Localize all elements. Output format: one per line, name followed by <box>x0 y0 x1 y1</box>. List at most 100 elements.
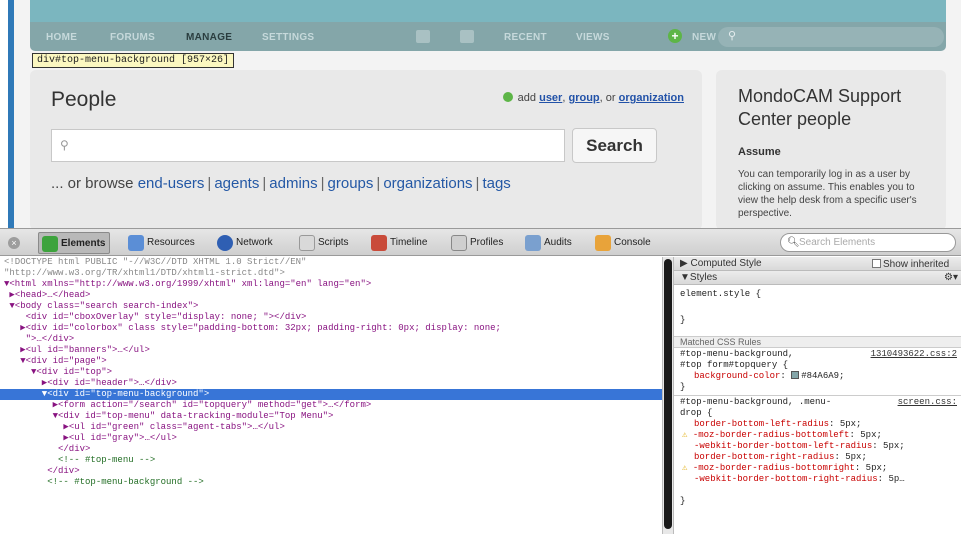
dom-node[interactable]: ▼<div id="top"> <box>0 367 662 378</box>
browse-organizations-link[interactable]: organizations <box>383 175 472 192</box>
tab-profiles[interactable]: Profiles <box>448 232 507 254</box>
top-search-input[interactable]: ⚲ <box>718 27 944 47</box>
dom-node[interactable]: ▶<ul id="banners">…</ul> <box>0 345 662 356</box>
dom-node[interactable]: ▶<ul id="green" class="agent-tabs">…</ul… <box>0 422 662 433</box>
styles-header[interactable]: ▼Styles ⚙▾ <box>674 271 961 285</box>
plus-icon[interactable]: + <box>668 29 682 43</box>
css-property: border-bottom-left-radius <box>694 419 830 429</box>
rule2-source-link[interactable]: screen.css: <box>898 397 957 407</box>
menu-settings[interactable]: SETTINGS <box>262 32 314 43</box>
browse-end-users-link[interactable]: end-users <box>138 175 205 192</box>
dom-node[interactable]: <!-- #top-menu-background --> <box>0 477 662 488</box>
chat-icon[interactable] <box>416 30 430 43</box>
menu-home[interactable]: HOME <box>46 32 77 43</box>
rule1-selector-b: #top form#topquery { <box>680 360 789 370</box>
css-declaration[interactable]: ⚠ -moz-border-radius-bottomright: 5px; <box>682 463 887 474</box>
tab-label: Profiles <box>470 237 504 248</box>
dom-node[interactable]: </div> <box>0 466 662 477</box>
dom-scrollbar[interactable] <box>662 257 673 534</box>
menu-recent[interactable]: RECENT <box>504 32 547 43</box>
sidebar-panel: MondoCAM Support Center people Assume Yo… <box>716 70 946 230</box>
sidebar-text: You can temporarily log in as a user by … <box>738 169 917 219</box>
css-value: 5px; <box>883 441 905 451</box>
tab-audits[interactable]: Audits <box>522 232 576 254</box>
gear-icon[interactable]: ⚙▾ <box>944 271 958 284</box>
search-placeholder: Search Elements <box>799 237 876 248</box>
css-declaration[interactable]: border-bottom-left-radius: 5px; <box>694 419 861 430</box>
dom-node[interactable]: ▼<body class="search search-index"> <box>0 301 662 312</box>
menu-views[interactable]: VIEWS <box>576 32 610 43</box>
computed-style-header[interactable]: ▶ Computed Style Show inherited <box>674 257 961 271</box>
dom-node[interactable]: ▶<head>…</head> <box>0 290 662 301</box>
css-declaration[interactable]: border-bottom-right-radius: 5px; <box>694 452 867 463</box>
page-title: People <box>51 88 117 111</box>
dom-node[interactable]: ▶<form action="/search" id="topquery" me… <box>0 400 662 411</box>
rule1-declaration[interactable]: background-color: #84A6A9; <box>694 371 844 382</box>
dom-node[interactable]: <!DOCTYPE html PUBLIC "-//W3C//DTD XHTML… <box>0 257 662 268</box>
css-declaration[interactable]: -webkit-border-bottom-left-radius: 5px; <box>694 441 905 452</box>
add-group-link[interactable]: group <box>568 92 599 104</box>
element-style-open: element.style { <box>680 289 762 299</box>
browse-tags-link[interactable]: tags <box>482 175 510 192</box>
menu-new[interactable]: NEW <box>692 32 716 43</box>
tab-resources[interactable]: Resources <box>125 232 199 254</box>
add-organization-link[interactable]: organization <box>619 92 684 104</box>
rule1-close: } <box>680 382 686 392</box>
show-inherited-toggle[interactable]: Show inherited <box>872 258 949 271</box>
search-elements-input[interactable]: 🔍︎ Search Elements <box>780 233 956 252</box>
css-property: -moz-border-radius-bottomleft <box>692 430 850 440</box>
dom-node[interactable]: <!-- #top-menu --> <box>0 455 662 466</box>
tab-network[interactable]: Network <box>214 232 277 254</box>
css-property: border-bottom-right-radius <box>694 452 835 462</box>
dom-node[interactable]: "http://www.w3.org/TR/xhtml1/DTD/xhtml1-… <box>0 268 662 279</box>
search-button[interactable]: Search <box>572 128 657 163</box>
dom-node[interactable]: </div> <box>0 444 662 455</box>
tab-elements[interactable]: Elements <box>38 232 111 254</box>
rule2-selector-b: drop { <box>680 408 713 418</box>
search-icon: ⚲ <box>728 30 737 42</box>
menu-forums[interactable]: FORUMS <box>110 32 155 43</box>
scrollbar-thumb[interactable] <box>664 259 672 529</box>
color-swatch[interactable] <box>791 371 800 379</box>
devtools-toolbar: × Elements Resources Network Scripts Tim… <box>0 228 961 256</box>
tab-label: Scripts <box>318 237 349 248</box>
css-declaration[interactable]: -webkit-border-bottom-right-radius: 5p… <box>694 474 905 485</box>
people-panel: People add user, group, or organization … <box>30 70 702 230</box>
rule1-property: background-color <box>694 371 781 381</box>
dom-node[interactable]: ▶<div id="colorbox" class style="padding… <box>0 323 662 334</box>
rule2-close: } <box>680 496 686 506</box>
dom-node[interactable]: ▶<ul id="gray">…</ul> <box>0 433 662 444</box>
dom-node[interactable]: ▼<div id="page"> <box>0 356 662 367</box>
people-search-input[interactable]: ⚲ <box>51 129 565 162</box>
browse-agents-link[interactable]: agents <box>214 175 259 192</box>
twitter-icon[interactable] <box>460 30 474 43</box>
css-property: -moz-border-radius-bottomright <box>692 463 855 473</box>
rule1-source-link[interactable]: 1310493622.css:2 <box>871 349 957 359</box>
dom-node[interactable]: ">…</div> <box>0 334 662 345</box>
scripts-icon <box>299 235 315 251</box>
tab-label: Network <box>236 237 273 248</box>
css-value: 5px; <box>865 463 888 473</box>
browse-groups-link[interactable]: groups <box>328 175 374 192</box>
inspector-tooltip: div#top-menu-background [957×26] <box>32 53 235 68</box>
dom-node-selected[interactable]: ▼<div id="top-menu-background"> <box>0 389 662 400</box>
css-property: -webkit-border-bottom-left-radius <box>694 441 873 451</box>
tab-label: Audits <box>544 237 572 248</box>
dom-tree[interactable]: <!DOCTYPE html PUBLIC "-//W3C//DTD XHTML… <box>0 257 662 534</box>
tab-timeline[interactable]: Timeline <box>368 232 431 254</box>
css-declaration[interactable]: ⚠ -moz-border-radius-bottomleft: 5px; <box>682 430 882 441</box>
close-icon[interactable]: × <box>8 237 20 249</box>
screen: HOME FORUMS MANAGE SETTINGS RECENT VIEWS… <box>0 0 961 534</box>
dom-node[interactable]: ▼<div id="top-menu" data-tracking-module… <box>0 411 662 422</box>
search-icon: 🔍︎ <box>787 237 800 248</box>
dom-node[interactable]: ▼<html xmlns="http://www.w3.org/1999/xht… <box>0 279 662 290</box>
search-icon: ⚲ <box>60 138 69 152</box>
menu-manage[interactable]: MANAGE <box>186 32 232 43</box>
dom-node[interactable]: ▶<div id="header">…</div> <box>0 378 662 389</box>
tab-scripts[interactable]: Scripts <box>296 232 353 254</box>
rule1-selector-a: #top-menu-background, <box>680 349 794 359</box>
tab-console[interactable]: Console <box>592 232 655 254</box>
dom-node[interactable]: <div id="cboxOverlay" style="display: no… <box>0 312 662 323</box>
browse-admins-link[interactable]: admins <box>269 175 317 192</box>
add-user-link[interactable]: user <box>539 92 562 104</box>
